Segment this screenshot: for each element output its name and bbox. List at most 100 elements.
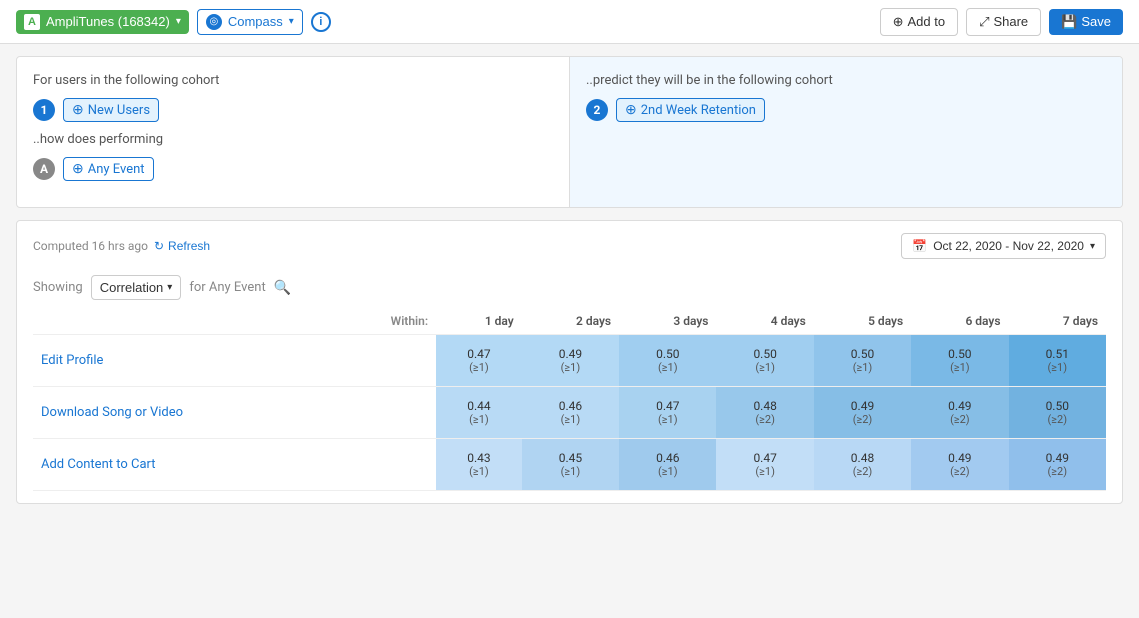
within-cell	[334, 335, 436, 387]
value-cell: 0.48(≥2)	[814, 439, 911, 491]
col-header-2days: 2 days	[522, 308, 619, 335]
value-cell: 0.49(≥2)	[814, 387, 911, 439]
value-cell: 0.46(≥1)	[619, 439, 716, 491]
data-table-container: Within: 1 day 2 days 3 days 4 days 5 day…	[33, 308, 1106, 491]
table-row: Edit Profile0.47(≥1)0.49(≥1)0.50(≥1)0.50…	[33, 335, 1106, 387]
within-cell	[334, 387, 436, 439]
cohort-right-badge-row: 2 ⊕ 2nd Week Retention	[586, 98, 1106, 122]
value-cell: 0.47(≥1)	[716, 439, 813, 491]
cohort-right-title: ..predict they will be in the following …	[586, 73, 1106, 88]
event-name-cell[interactable]: Add Content to Cart	[33, 439, 334, 491]
refresh-button[interactable]: ↻ Refresh	[154, 239, 210, 253]
value-cell: 0.44(≥1)	[436, 387, 522, 439]
search-event-button[interactable]: 🔍	[274, 279, 291, 296]
compass-selector[interactable]: ◎ Compass ▾	[197, 9, 303, 35]
date-range-button[interactable]: 📅 Oct 22, 2020 - Nov 22, 2020 ▾	[901, 233, 1106, 259]
value-cell: 0.50(≥2)	[1009, 387, 1106, 439]
event-badge-letter: A	[33, 158, 55, 180]
retention-label: 2nd Week Retention	[641, 103, 756, 118]
save-icon: 💾	[1061, 14, 1077, 30]
add-plus-icon: ⊕	[893, 14, 904, 30]
topbar-right: ⊕ Add to ⤢ Share 💾 Save	[880, 8, 1123, 36]
compass-icon: ◎	[206, 14, 222, 30]
cohort-left: For users in the following cohort 1 ⊕ Ne…	[17, 57, 570, 207]
value-cell: 0.50(≥1)	[619, 335, 716, 387]
value-cell: 0.49(≥2)	[1009, 439, 1106, 491]
value-cell: 0.49(≥1)	[522, 335, 619, 387]
topbar: A AmpliTunes (168342) ▾ ◎ Compass ▾ i ⊕ …	[0, 0, 1139, 44]
value-cell: 0.51(≥1)	[1009, 335, 1106, 387]
value-cell: 0.47(≥1)	[619, 387, 716, 439]
any-event-tag[interactable]: ⊕ Any Event	[63, 157, 154, 181]
col-header-7days: 7 days	[1009, 308, 1106, 335]
cohort-left-title: For users in the following cohort	[33, 73, 553, 88]
app-name-label: AmpliTunes (168342)	[46, 14, 170, 29]
value-cell: 0.43(≥1)	[436, 439, 522, 491]
calendar-icon: 📅	[912, 239, 927, 253]
compass-chevron-icon: ▾	[289, 16, 294, 27]
computed-info: Computed 16 hrs ago ↻ Refresh	[33, 239, 210, 253]
share-label: Share	[993, 14, 1028, 29]
app-selector[interactable]: A AmpliTunes (168342) ▾	[16, 10, 189, 34]
table-header: Within: 1 day 2 days 3 days 4 days 5 day…	[33, 308, 1106, 335]
cohort-tag-icon: ⊕	[72, 102, 84, 118]
within-cell	[334, 439, 436, 491]
save-label: Save	[1081, 14, 1111, 29]
table-row: Download Song or Video0.44(≥1)0.46(≥1)0.…	[33, 387, 1106, 439]
col-header-5days: 5 days	[814, 308, 911, 335]
retention-icon: ⊕	[625, 102, 637, 118]
add-label: Add to	[907, 14, 945, 29]
event-badge-row: A ⊕ Any Event	[33, 157, 553, 181]
correlation-table: Within: 1 day 2 days 3 days 4 days 5 day…	[33, 308, 1106, 491]
date-chevron-icon: ▾	[1090, 241, 1095, 252]
cohort-badge-number-2: 2	[586, 99, 608, 121]
app-letter-icon: A	[24, 14, 40, 30]
app-chevron-icon: ▾	[176, 16, 181, 27]
value-cell: 0.48(≥2)	[716, 387, 813, 439]
cohort-panel: For users in the following cohort 1 ⊕ Ne…	[16, 56, 1123, 208]
date-range-label: Oct 22, 2020 - Nov 22, 2020	[933, 239, 1084, 253]
col-header-4days: 4 days	[716, 308, 813, 335]
value-cell: 0.50(≥1)	[716, 335, 813, 387]
results-panel: Computed 16 hrs ago ↻ Refresh 📅 Oct 22, …	[16, 220, 1123, 504]
new-users-tag[interactable]: ⊕ New Users	[63, 98, 159, 122]
showing-row: Showing Correlation ▾ for Any Event 🔍	[33, 275, 1106, 300]
save-button[interactable]: 💾 Save	[1049, 9, 1123, 35]
value-cell: 0.49(≥2)	[911, 387, 1008, 439]
second-week-retention-tag[interactable]: ⊕ 2nd Week Retention	[616, 98, 765, 122]
for-any-event-label: for Any Event	[189, 280, 265, 295]
col-header-3days: 3 days	[619, 308, 716, 335]
value-cell: 0.49(≥2)	[911, 439, 1008, 491]
correlation-chevron-icon: ▾	[167, 282, 172, 293]
computed-label: Computed 16 hrs ago	[33, 239, 148, 253]
any-event-label: Any Event	[88, 162, 145, 177]
cohort-badge-number-1: 1	[33, 99, 55, 121]
main-content: For users in the following cohort 1 ⊕ Ne…	[0, 44, 1139, 516]
share-icon: ⤢	[979, 14, 989, 30]
new-users-label: New Users	[88, 103, 150, 118]
value-cell: 0.47(≥1)	[436, 335, 522, 387]
cohort-left-badge-row: 1 ⊕ New Users	[33, 98, 553, 122]
event-column-header	[33, 308, 334, 335]
correlation-label: Correlation	[100, 280, 164, 295]
any-event-icon: ⊕	[72, 161, 84, 177]
add-to-button[interactable]: ⊕ Add to	[880, 8, 959, 36]
refresh-label: Refresh	[168, 239, 210, 253]
correlation-dropdown[interactable]: Correlation ▾	[91, 275, 182, 300]
event-name-cell[interactable]: Edit Profile	[33, 335, 334, 387]
col-header-1day: 1 day	[436, 308, 522, 335]
value-cell: 0.46(≥1)	[522, 387, 619, 439]
refresh-icon: ↻	[154, 239, 164, 253]
compass-label: Compass	[228, 14, 283, 29]
results-header: Computed 16 hrs ago ↻ Refresh 📅 Oct 22, …	[33, 233, 1106, 259]
value-cell: 0.50(≥1)	[911, 335, 1008, 387]
share-button[interactable]: ⤢ Share	[966, 8, 1041, 36]
how-does-label: ..how does performing	[33, 132, 553, 147]
cohort-right: ..predict they will be in the following …	[570, 57, 1122, 207]
value-cell: 0.45(≥1)	[522, 439, 619, 491]
info-icon[interactable]: i	[311, 12, 331, 32]
event-name-cell[interactable]: Download Song or Video	[33, 387, 334, 439]
within-column-header: Within:	[334, 308, 436, 335]
topbar-left: A AmpliTunes (168342) ▾ ◎ Compass ▾ i	[16, 9, 331, 35]
value-cell: 0.50(≥1)	[814, 335, 911, 387]
